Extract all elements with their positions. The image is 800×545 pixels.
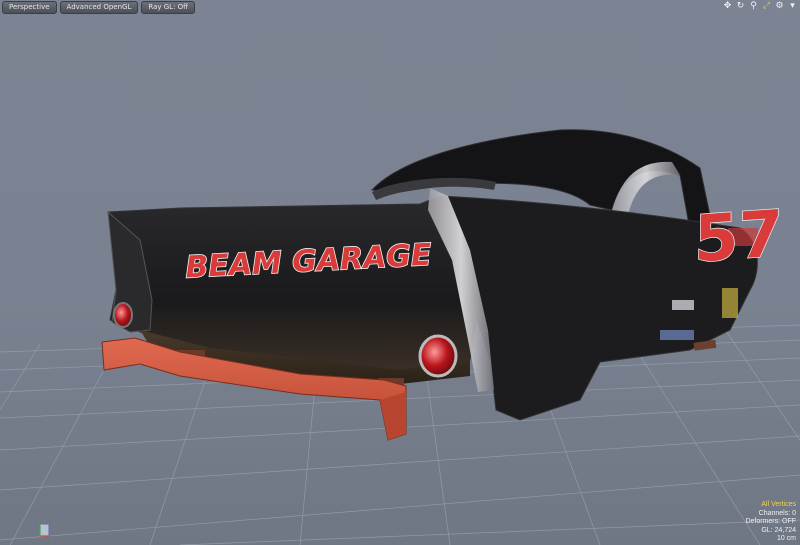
sponsor-decal <box>672 300 694 310</box>
left-tail-lamp <box>113 302 133 328</box>
viewport-info: All Vertices Channels: 0 Deformers: OFF … <box>745 501 796 544</box>
gl-polycount: GL: 24,724 <box>761 526 796 534</box>
grid-size: 10 cm <box>776 535 796 543</box>
settings-icon[interactable]: ⚙ <box>774 1 785 12</box>
scene-render[interactable]: BEAM GARAGE 57 <box>0 0 800 545</box>
3d-viewport[interactable]: BEAM GARAGE 57 Perspective Advanced Open… <box>0 0 800 545</box>
deformers-status: Deformers: OFF <box>745 518 796 526</box>
shading-mode-button[interactable]: Advanced OpenGL <box>59 1 139 14</box>
viewport-tools: ✥ ↻ ⚲ ⤢ ⚙ ▾ <box>722 1 798 12</box>
viewport-header: Perspective Advanced OpenGL Ray GL: Off <box>2 1 195 14</box>
right-tail-lamp <box>418 334 458 378</box>
car-number: 57 <box>694 197 783 277</box>
bumper-end-cap <box>380 392 406 440</box>
selection-mode: All Vertices <box>761 501 796 509</box>
sponsor-decal <box>660 330 694 340</box>
rotate-view-icon[interactable]: ↻ <box>735 1 746 12</box>
move-view-icon[interactable]: ✥ <box>722 1 733 12</box>
channels-count: Channels: 0 <box>758 509 796 517</box>
ray-gl-button[interactable]: Ray GL: Off <box>141 1 195 14</box>
perspective-button[interactable]: Perspective <box>2 1 57 14</box>
sponsor-decal <box>722 288 738 318</box>
expand-icon[interactable]: ▾ <box>787 1 798 12</box>
axis-gizmo-icon <box>39 523 50 537</box>
fit-view-icon[interactable]: ⤢ <box>761 1 772 12</box>
zoom-view-icon[interactable]: ⚲ <box>748 1 759 12</box>
